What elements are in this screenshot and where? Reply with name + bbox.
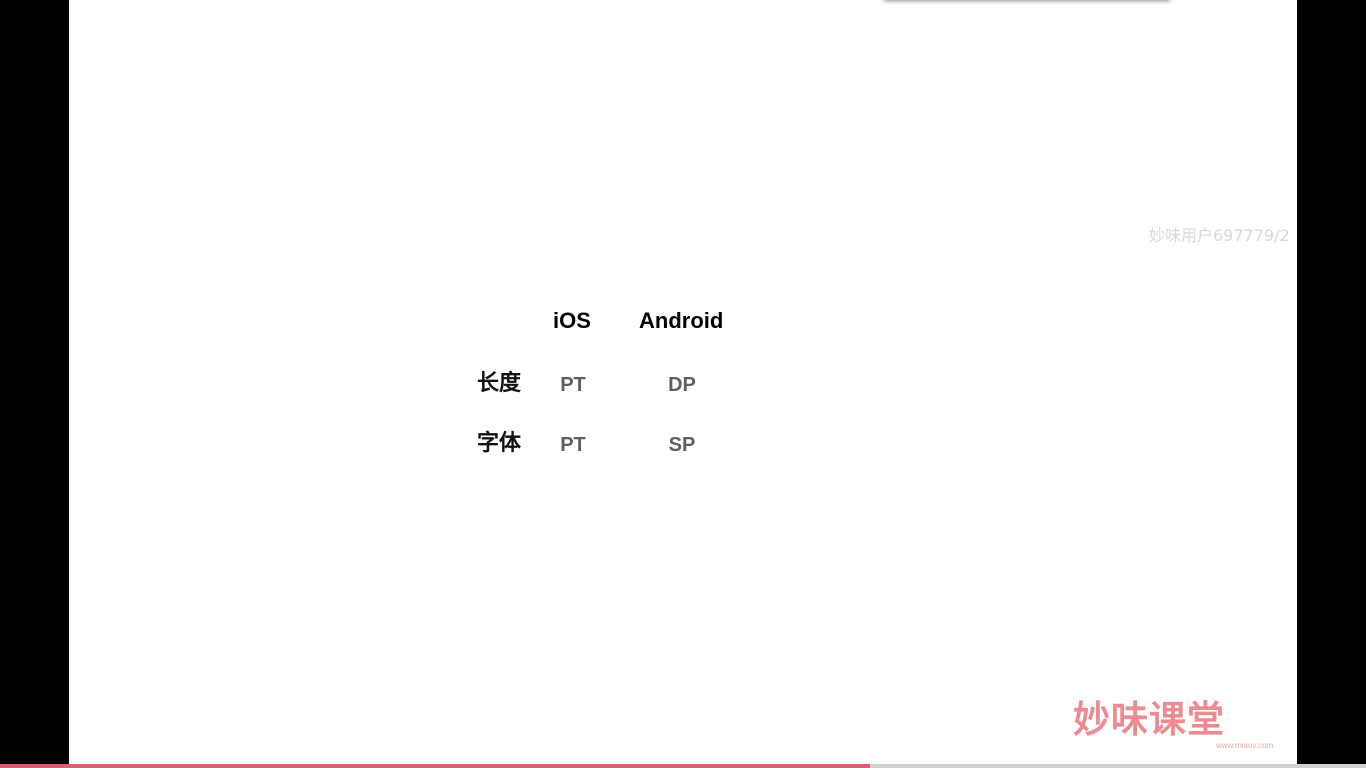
slide-canvas: iOS Android 长度 PT DP 字体 PT SP 妙味用户697779… <box>69 0 1297 768</box>
playback-progress-bar[interactable] <box>0 764 1366 768</box>
cell-font-android: SP <box>668 434 696 456</box>
playback-progress-fill <box>0 764 871 768</box>
header-ios: iOS <box>553 308 591 333</box>
cell-length-ios: PT <box>560 374 586 396</box>
video-player[interactable]: iOS Android 长度 PT DP 字体 PT SP 妙味用户697779… <box>0 0 1366 768</box>
brand-logo-text: 妙味课堂 <box>1073 698 1225 741</box>
user-watermark: 妙味用户697779/2 <box>1149 226 1290 245</box>
header-android: Android <box>639 308 724 333</box>
brand-logo: 妙味课堂 www.miaov.com <box>1073 698 1293 754</box>
row-label-font: 字体 <box>477 431 522 456</box>
brand-logo-url: www.miaov.com <box>1216 741 1274 750</box>
cell-length-android: DP <box>668 374 696 396</box>
row-label-length: 长度 <box>477 371 522 396</box>
cell-font-ios: PT <box>560 434 586 456</box>
